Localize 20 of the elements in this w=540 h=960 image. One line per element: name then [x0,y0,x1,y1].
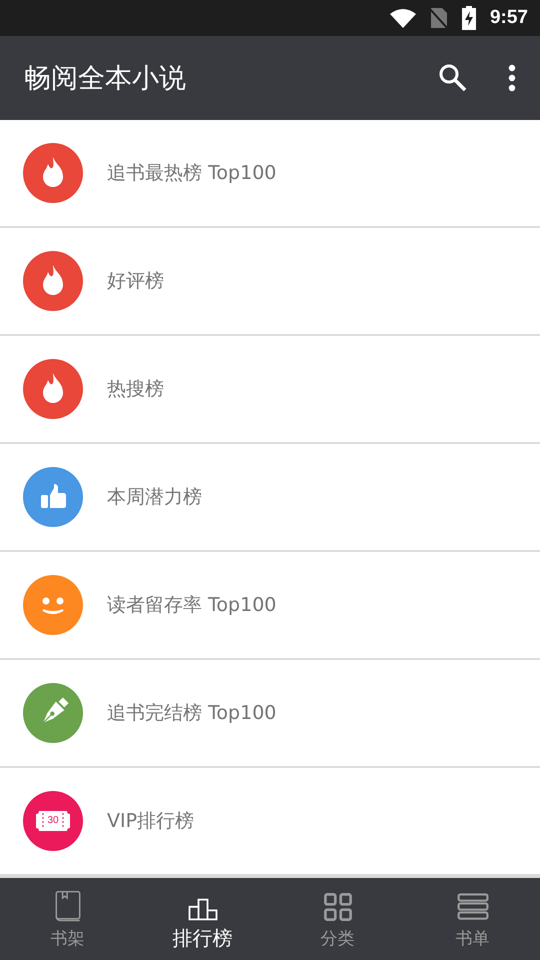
nav-tab[interactable]: 书单 [405,878,540,960]
wifi-icon [390,8,416,28]
ranking-list-label[interactable]: 读者留存率 Top100 [107,592,276,618]
search-button[interactable] [438,63,468,93]
ranking-list-label[interactable]: 追书完结榜 Top100 [107,700,276,726]
battery-charging-icon [462,6,476,30]
ticket-number: 30 [47,816,59,826]
no-sim-icon [430,7,448,29]
more-menu-button[interactable] [508,64,516,92]
clock-time: 9:57 [490,7,528,29]
ranking-list-label[interactable]: 好评榜 [107,268,164,294]
ranking-list-label[interactable]: VIP排行榜 [107,808,194,834]
nav-tab[interactable]: 排行榜 [135,878,270,960]
ranking-list-label[interactable]: 热搜榜 [107,376,164,402]
ranking-list-label[interactable]: 追书最热榜 Top100 [107,160,276,186]
nav-tab[interactable]: 书架 [0,878,135,960]
nav-tab[interactable]: 分类 [270,878,405,960]
ticket-icon [36,811,70,831]
ranking-list-label[interactable]: 本周潜力榜 [107,484,202,510]
app-title: 畅阅全本小说 [24,62,187,96]
